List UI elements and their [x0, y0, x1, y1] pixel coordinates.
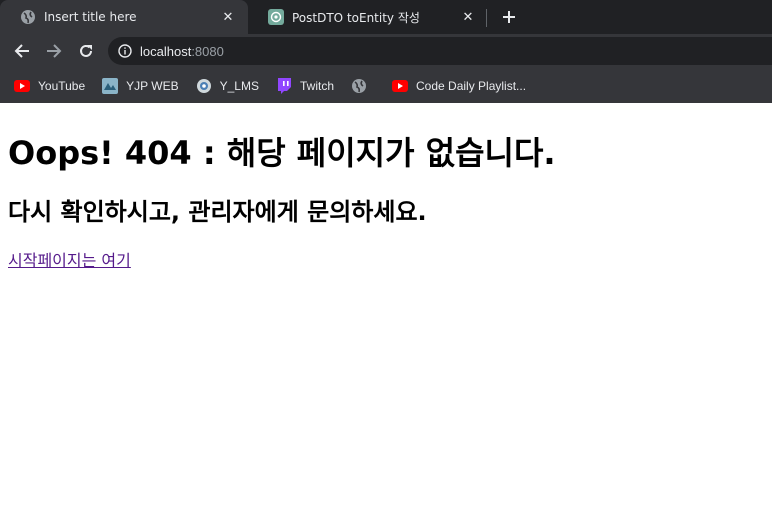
forward-button[interactable] [42, 39, 66, 63]
info-icon[interactable] [118, 44, 132, 58]
twitch-icon [276, 77, 292, 94]
tab-insert-title[interactable]: Insert title here ✕ [0, 0, 248, 34]
tab-strip: Insert title here ✕ PostDTO toEntity 작성 … [0, 0, 772, 34]
reload-icon [80, 44, 92, 57]
reload-button[interactable] [74, 39, 98, 63]
url-host: localhost [140, 43, 192, 59]
bookmark-y-lms[interactable]: Y_LMS [196, 78, 259, 94]
openai-icon [268, 9, 284, 25]
start-page-link[interactable]: 시작페이지는 여기 [8, 247, 131, 271]
bookmark-yjp-web[interactable]: YJP WEB [102, 77, 179, 94]
yjp-icon [102, 77, 119, 94]
tab-postdto[interactable]: PostDTO toEntity 작성 ✕ [248, 0, 488, 34]
error-subheading: 다시 확인하시고, 관리자에게 문의하세요. [8, 198, 427, 226]
bookmark-label: Code Daily Playlist... [416, 78, 527, 93]
forward-arrow-icon [47, 44, 62, 58]
bookmark-label: Y_LMS [219, 78, 259, 93]
error-heading: Oops! 404 : 해당 페이지가 없습니다. [8, 134, 556, 172]
url-port: :8080 [191, 43, 224, 59]
tab-separator [486, 9, 487, 27]
toolbar: localhost:8080 [0, 34, 772, 68]
back-button[interactable] [10, 39, 34, 63]
bookmark-code-daily-playlist[interactable]: Code Daily Playlist... [392, 78, 526, 94]
bookmark-youtube[interactable]: YouTube [14, 78, 85, 94]
back-arrow-icon [14, 44, 29, 58]
youtube-icon [392, 78, 408, 94]
plus-icon [503, 11, 515, 23]
new-tab-button[interactable] [498, 7, 520, 27]
bookmark-label: YouTube [38, 78, 86, 93]
globe-icon [20, 9, 36, 25]
close-icon[interactable]: ✕ [220, 9, 236, 25]
close-icon[interactable]: ✕ [460, 9, 476, 25]
globe-icon [351, 78, 367, 94]
bookmark-label: YJP WEB [126, 78, 179, 93]
youtube-icon [14, 78, 30, 94]
bookmark-label: Twitch [299, 78, 334, 93]
bookmark-globe[interactable] [351, 78, 375, 94]
bookmark-twitch[interactable]: Twitch [276, 77, 334, 94]
lms-icon [196, 78, 212, 94]
tab-title: PostDTO toEntity 작성 [292, 10, 420, 25]
bookmarks-bar: YouTube YJP WEB Y_LMS Twitch Code Daily … [0, 68, 772, 103]
page-content: Oops! 404 : 해당 페이지가 없습니다. 다시 확인하시고, 관리자에… [0, 133, 772, 271]
browser-chrome: Insert title here ✕ PostDTO toEntity 작성 … [0, 0, 772, 103]
tab-title: Insert title here [44, 10, 137, 24]
address-bar[interactable]: localhost:8080 [108, 37, 772, 65]
